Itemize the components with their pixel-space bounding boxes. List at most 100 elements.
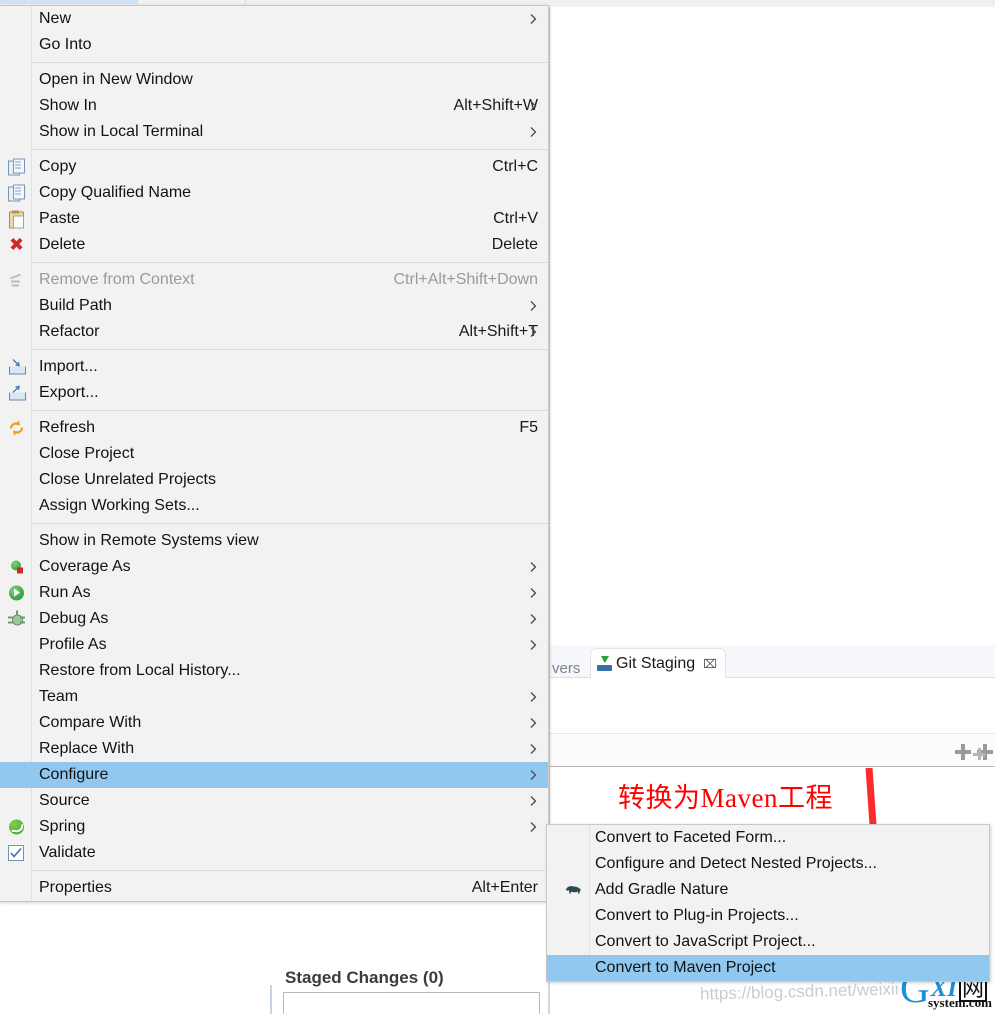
menu-item-configure-and-detect-nested-projects[interactable]: Configure and Detect Nested Projects... bbox=[547, 851, 989, 877]
menu-item-validate[interactable]: Validate bbox=[0, 840, 548, 866]
chevron-right-icon bbox=[530, 614, 537, 625]
menu-item-paste[interactable]: Paste Ctrl+V bbox=[0, 206, 548, 232]
menu-item-convert-to-maven-project[interactable]: Convert to Maven Project bbox=[547, 955, 989, 981]
menu-separator bbox=[31, 149, 548, 150]
menu-item-label: Refactor bbox=[39, 323, 100, 340]
menu-item-assign-working-sets[interactable]: Assign Working Sets... bbox=[0, 493, 548, 519]
menu-item-shortcut: F5 bbox=[519, 419, 538, 436]
debug-icon bbox=[8, 610, 25, 628]
validate-checkbox-icon bbox=[8, 845, 24, 861]
spring-icon bbox=[8, 819, 25, 836]
menu-item-copy-qualified-name[interactable]: Copy Qualified Name bbox=[0, 180, 548, 206]
menu-item-label: Delete bbox=[39, 236, 86, 253]
menu-item-label: Open in New Window bbox=[39, 71, 193, 88]
menu-item-debug-as[interactable]: Debug As bbox=[0, 606, 548, 632]
menu-item-coverage-as[interactable]: Coverage As bbox=[0, 554, 548, 580]
chevron-right-icon bbox=[530, 692, 537, 703]
import-icon bbox=[8, 359, 26, 376]
menu-item-team[interactable]: Team bbox=[0, 684, 548, 710]
menu-item-show-in-local-terminal[interactable]: Show in Local Terminal bbox=[0, 119, 548, 145]
menu-item-add-gradle-nature[interactable]: Add Gradle Nature bbox=[547, 877, 989, 903]
chevron-right-icon bbox=[530, 744, 537, 755]
menu-item-show-in-remote-systems-view[interactable]: Show in Remote Systems view bbox=[0, 528, 548, 554]
menu-separator bbox=[31, 410, 548, 411]
menu-item-label: Close Unrelated Projects bbox=[39, 471, 216, 488]
menu-item-open-in-new-window[interactable]: Open in New Window bbox=[0, 67, 548, 93]
menu-item-go-into[interactable]: Go Into bbox=[0, 32, 548, 58]
copy-icon bbox=[8, 158, 25, 176]
menu-item-label: Assign Working Sets... bbox=[39, 497, 200, 514]
export-icon bbox=[8, 385, 26, 402]
menu-separator bbox=[31, 349, 548, 350]
tab-git-staging[interactable]: Git Staging ⌧ bbox=[590, 648, 726, 678]
menu-item-label: Run As bbox=[39, 584, 91, 601]
menu-item-remove-from-context[interactable]: Remove from Context Ctrl+Alt+Shift+Down bbox=[0, 267, 548, 293]
menu-item-export[interactable]: Export... bbox=[0, 380, 548, 406]
configure-submenu[interactable]: Convert to Faceted Form... Configure and … bbox=[546, 824, 990, 982]
menu-item-label: Export... bbox=[39, 384, 99, 401]
project-context-menu[interactable]: New Go Into Open in New Window Show In Alt+S… bbox=[0, 5, 549, 902]
menu-item-refresh[interactable]: Refresh F5 bbox=[0, 415, 548, 441]
menu-item-profile-as[interactable]: Profile As bbox=[0, 632, 548, 658]
close-icon[interactable]: ⌧ bbox=[703, 657, 717, 671]
add-all-icon[interactable] bbox=[973, 744, 993, 760]
chevron-right-icon bbox=[530, 796, 537, 807]
menu-item-label: Remove from Context bbox=[39, 271, 195, 288]
menu-item-show-in[interactable]: Show In Alt+Shift+W bbox=[0, 93, 548, 119]
menu-item-label: Configure and Detect Nested Projects... bbox=[595, 855, 877, 872]
tab-git-staging-label: Git Staging bbox=[616, 654, 696, 672]
menu-item-shortcut: Alt+Enter bbox=[471, 879, 538, 896]
menu-item-convert-to-faceted-form[interactable]: Convert to Faceted Form... bbox=[547, 825, 989, 851]
chevron-right-icon bbox=[530, 822, 537, 833]
screenshot-root: vers Git Staging ⌧ 转换为Maven工程 Staged Cha… bbox=[0, 0, 995, 1014]
menu-item-label: New bbox=[39, 10, 72, 27]
menu-item-convert-to-javascript-project[interactable]: Convert to JavaScript Project... bbox=[547, 929, 989, 955]
gradle-elephant-icon bbox=[565, 882, 582, 899]
menu-item-compare-with[interactable]: Compare With bbox=[0, 710, 548, 736]
menu-item-shortcut: Ctrl+Alt+Shift+Down bbox=[393, 271, 538, 288]
menu-item-label: Copy bbox=[39, 158, 77, 175]
annotation-label: 转换为Maven工程 bbox=[618, 783, 833, 813]
menu-item-import[interactable]: Import... bbox=[0, 354, 548, 380]
menu-item-close-project[interactable]: Close Project bbox=[0, 441, 548, 467]
menu-item-build-path[interactable]: Build Path bbox=[0, 293, 548, 319]
menu-item-label: Spring bbox=[39, 818, 86, 835]
menu-item-label: Team bbox=[39, 688, 79, 705]
menu-item-copy[interactable]: Copy Ctrl+C bbox=[0, 154, 548, 180]
menu-separator bbox=[31, 870, 548, 871]
menu-item-restore-from-local-history[interactable]: Restore from Local History... bbox=[0, 658, 548, 684]
menu-item-label: Paste bbox=[39, 210, 80, 227]
menu-item-label: Close Project bbox=[39, 445, 135, 462]
menu-item-configure[interactable]: Configure bbox=[0, 762, 548, 788]
panel-edge bbox=[270, 985, 272, 1014]
menu-item-label: Convert to Plug-in Projects... bbox=[595, 907, 799, 924]
menu-item-label: Restore from Local History... bbox=[39, 662, 241, 679]
menu-item-label: Convert to Maven Project bbox=[595, 959, 776, 976]
menu-item-label: Replace With bbox=[39, 740, 135, 757]
menu-item-convert-to-plug-in-projects[interactable]: Convert to Plug-in Projects... bbox=[547, 903, 989, 929]
menu-item-run-as[interactable]: Run As bbox=[0, 580, 548, 606]
menu-item-source[interactable]: Source bbox=[0, 788, 548, 814]
menu-item-label: Convert to Faceted Form... bbox=[595, 829, 787, 846]
staged-changes-label: Staged Changes (0) bbox=[285, 968, 444, 987]
menu-item-delete[interactable]: ✖ Delete Delete bbox=[0, 232, 548, 258]
menu-item-spring[interactable]: Spring bbox=[0, 814, 548, 840]
menu-item-label: Add Gradle Nature bbox=[595, 881, 729, 898]
chevron-right-icon bbox=[530, 770, 537, 781]
chevron-right-icon bbox=[530, 640, 537, 651]
staged-changes-list[interactable] bbox=[283, 992, 540, 1014]
menu-item-label: Properties bbox=[39, 879, 112, 896]
menu-item-properties[interactable]: Properties Alt+Enter bbox=[0, 875, 548, 901]
menu-item-label: Debug As bbox=[39, 610, 109, 627]
git-staging-icon bbox=[597, 656, 612, 671]
menu-item-label: Coverage As bbox=[39, 558, 131, 575]
editor-tab-active-indicator bbox=[0, 0, 137, 4]
menu-item-new[interactable]: New bbox=[0, 6, 548, 32]
tab-servers-partial[interactable]: vers bbox=[552, 660, 580, 677]
watermark-subtitle: system.com bbox=[928, 995, 992, 1010]
menu-item-replace-with[interactable]: Replace With bbox=[0, 736, 548, 762]
menu-item-label: Refresh bbox=[39, 419, 96, 436]
add-icon[interactable] bbox=[955, 744, 971, 760]
menu-item-close-unrelated-projects[interactable]: Close Unrelated Projects bbox=[0, 467, 548, 493]
menu-item-refactor[interactable]: Refactor Alt+Shift+T bbox=[0, 319, 548, 345]
